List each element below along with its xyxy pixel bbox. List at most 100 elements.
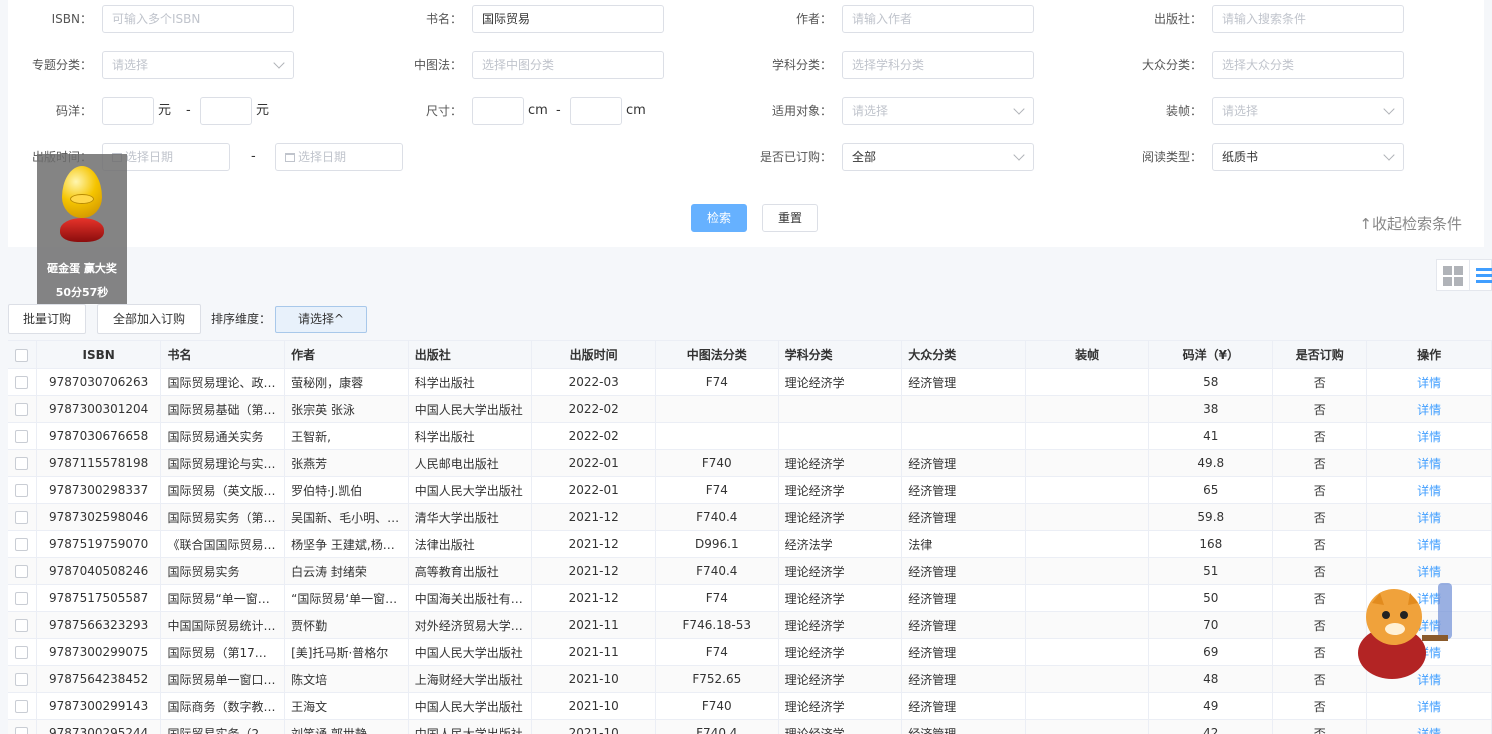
table-cell: 国际贸易实务（21世纪）	[160, 719, 286, 734]
table-cell: 上海财经大学出版社	[408, 665, 533, 693]
table-cell	[901, 395, 1026, 423]
table-row: 9787300295244国际贸易实务（21世纪）刘笑诵 郭世静中国人民大学出版…	[8, 719, 1492, 734]
topic-select[interactable]: 请选择	[102, 51, 294, 79]
isbn-input[interactable]: 可输入多个ISBN	[102, 5, 294, 33]
publisher-label: 出版社：	[1153, 12, 1202, 26]
collapse-search-link[interactable]: ↑收起检索条件	[1359, 213, 1462, 234]
detail-link[interactable]: 详情	[1366, 503, 1492, 531]
row-checkbox[interactable]	[8, 476, 37, 504]
table-cell: F74	[655, 368, 779, 396]
audience-select[interactable]: 请选择	[842, 97, 1034, 125]
table-cell: 国际商务（数字教材版）	[160, 692, 286, 720]
ordered-select[interactable]: 全部	[842, 143, 1034, 171]
row-checkbox[interactable]	[8, 368, 37, 396]
row-checkbox[interactable]	[8, 449, 37, 477]
author-input[interactable]: 请输入作者	[842, 5, 1034, 33]
list-view-icon[interactable]	[1469, 260, 1492, 290]
table-cell: 9787300301204	[36, 395, 162, 423]
table-cell: 《联合国国际贸易法委员会》	[160, 530, 286, 558]
table-cell: 国际贸易理论与实务（微课版）	[160, 449, 286, 477]
size-min-input[interactable]	[472, 97, 524, 125]
add-all-order-button[interactable]: 全部加入订购	[97, 304, 201, 334]
clc-select[interactable]: 选择中图分类	[472, 51, 664, 79]
search-button[interactable]: 检索	[691, 204, 747, 232]
table-cell	[1025, 530, 1150, 558]
size-max-input[interactable]	[570, 97, 622, 125]
table-cell: 否	[1272, 692, 1368, 720]
table-cell: 2021-12	[531, 530, 656, 558]
table-cell: 49	[1148, 692, 1274, 720]
table-cell: 中国人民大学出版社	[408, 638, 533, 666]
sort-select[interactable]: 请选择^	[275, 306, 367, 333]
detail-link[interactable]: 详情	[1366, 395, 1492, 423]
table-row: 9787564238452 国际贸易单一窗口实务 陈文培 上海财经大学出版社 2021-…	[8, 665, 1492, 693]
row-checkbox[interactable]	[8, 503, 37, 531]
size-dash: -	[556, 103, 561, 118]
detail-link[interactable]: 详情	[1366, 368, 1492, 396]
table-cell: 国际贸易“单一窗口”实务	[160, 584, 286, 612]
table-cell: 理论经济学	[778, 584, 903, 612]
table-cell: F740	[655, 449, 779, 477]
table-cell: 经济管理	[901, 692, 1026, 720]
binding-select-value: 请选择	[1222, 104, 1259, 118]
pubdate-end-picker[interactable]: 选择日期	[275, 143, 403, 171]
table-cell: 人民邮电出版社	[408, 449, 533, 477]
table-cell: 清华大学出版社	[408, 503, 533, 531]
popular-select[interactable]: 选择大众分类	[1212, 51, 1404, 79]
row-checkbox[interactable]	[8, 422, 37, 450]
price-max-input[interactable]	[200, 97, 252, 125]
table-cell: 贾怀勤	[284, 611, 409, 639]
author-label: 作者：	[795, 12, 832, 26]
row-checkbox[interactable]	[8, 665, 37, 693]
table-cell: F752.65	[655, 665, 779, 693]
table-cell: 吴国新、毛小明、何一红	[284, 503, 409, 531]
table-row: 9787517505587国际贸易“单一窗口”实务“国际贸易‘单一窗口’”编写组…	[8, 584, 1492, 612]
title-input[interactable]: 国际贸易	[472, 5, 664, 33]
row-checkbox[interactable]	[8, 557, 37, 585]
publisher-input[interactable]: 请输入搜索条件	[1212, 5, 1404, 33]
binding-select[interactable]: 请选择	[1212, 97, 1404, 125]
clc-label: 中图法：	[413, 58, 462, 72]
row-checkbox[interactable]	[8, 719, 37, 734]
readtype-select[interactable]: 纸质书	[1212, 143, 1404, 171]
header-cell: 装帧	[1025, 340, 1150, 369]
table-cell: 陈文培	[284, 665, 409, 693]
row-checkbox[interactable]	[8, 584, 37, 612]
calendar-icon	[285, 153, 295, 162]
row-checkbox[interactable]	[8, 638, 37, 666]
golden-egg-promo[interactable]: 砸金蛋 赢大奖 50分57秒	[37, 154, 127, 304]
table-cell: 科学出版社	[408, 422, 533, 450]
detail-link[interactable]: 详情	[1366, 449, 1492, 477]
detail-link[interactable]: 详情	[1366, 530, 1492, 558]
topic-label: 专题分类：	[31, 58, 92, 72]
table-cell: 168	[1148, 530, 1274, 558]
price-min-input[interactable]	[102, 97, 154, 125]
results-table: ISBN 书名 作者 出版社 出版时间 中图法分类 学科分类 大众分类 装帧 码…	[8, 340, 1492, 734]
grid-view-icon[interactable]	[1443, 266, 1463, 286]
audience-label: 适用对象：	[771, 104, 832, 118]
row-checkbox[interactable]	[8, 395, 37, 423]
table-cell: 理论经济学	[778, 368, 903, 396]
row-checkbox[interactable]	[8, 611, 37, 639]
chevron-down-icon	[273, 57, 285, 69]
promo-countdown: 50分57秒	[55, 286, 109, 299]
table-cell	[778, 422, 903, 450]
table-cell: 国际贸易实务	[160, 557, 286, 585]
table-cell: 经济管理	[901, 719, 1026, 734]
detail-link[interactable]: 详情	[1366, 719, 1492, 734]
subject-select[interactable]: 选择学科分类	[842, 51, 1034, 79]
row-checkbox[interactable]	[8, 530, 37, 558]
reset-button[interactable]: 重置	[762, 204, 818, 232]
table-cell: 否	[1272, 422, 1368, 450]
select-all-checkbox[interactable]	[8, 340, 37, 369]
row-checkbox[interactable]	[8, 692, 37, 720]
batch-order-button[interactable]: 批量订购	[8, 304, 86, 334]
detail-link[interactable]: 详情	[1366, 476, 1492, 504]
detail-link[interactable]: 详情	[1366, 692, 1492, 720]
header-cell: 作者	[284, 340, 409, 369]
table-cell: 2021-11	[531, 638, 656, 666]
detail-link[interactable]: 详情	[1366, 422, 1492, 450]
isbn-label: ISBN：	[51, 12, 92, 26]
table-cell: 经济管理	[901, 476, 1026, 504]
search-panel: ISBN： 可输入多个ISBN 书名： 国际贸易 作者： 请输入作者 出版社： …	[8, 0, 1484, 247]
